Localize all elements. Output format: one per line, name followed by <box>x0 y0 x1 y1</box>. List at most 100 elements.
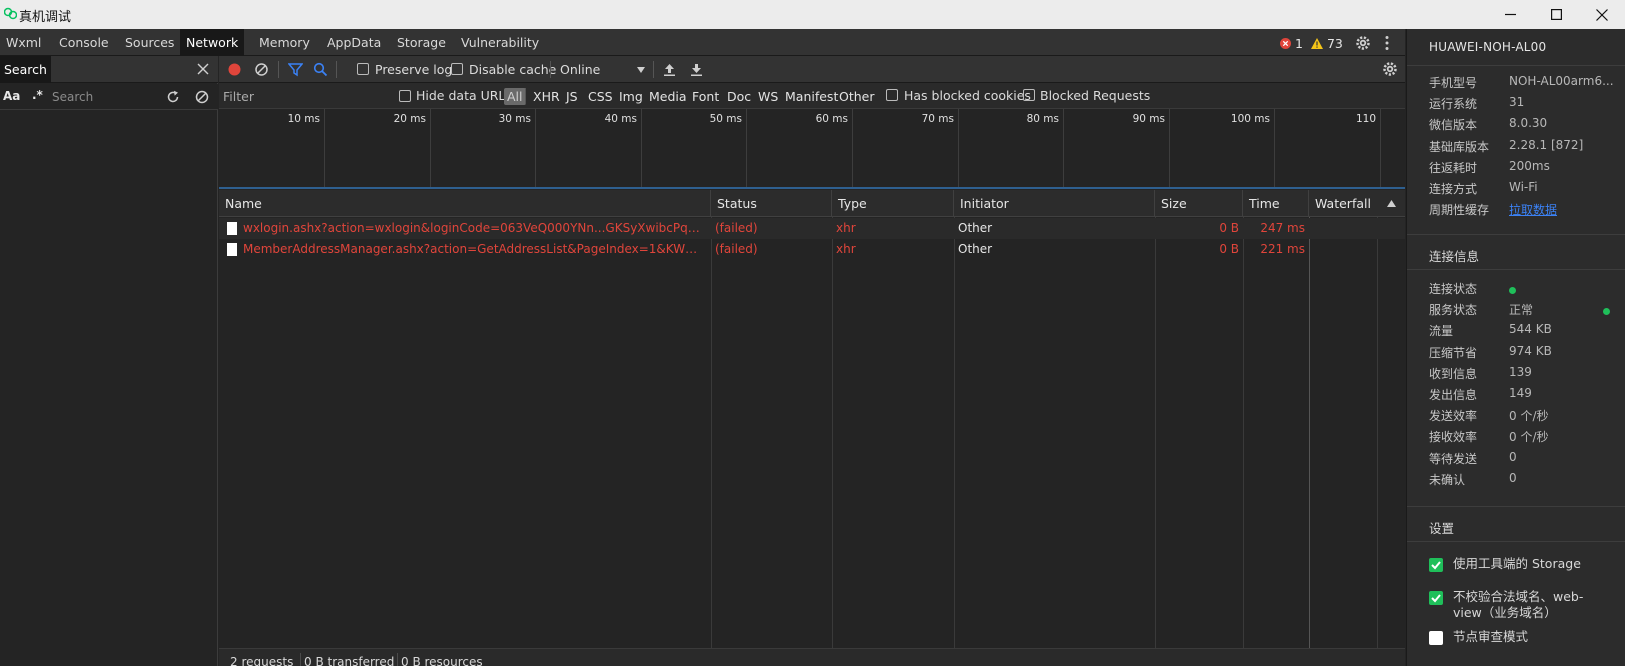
filter-type-other[interactable]: Other <box>836 88 878 105</box>
table-row[interactable]: MemberAddressManager.ashx?action=GetAddr… <box>219 239 1405 260</box>
filter-type-js[interactable]: JS <box>563 88 581 105</box>
setting-checkbox[interactable] <box>1429 558 1443 572</box>
close-window-button[interactable] <box>1579 0 1625 29</box>
device-info-value: 200ms <box>1509 158 1550 173</box>
app-logo-icon <box>4 7 17 20</box>
record-icon[interactable] <box>227 62 242 77</box>
search-icon[interactable] <box>313 62 328 77</box>
connection-info-value: 0 个/秒 <box>1509 430 1549 445</box>
transferred-size: 0 B transferred <box>304 655 395 666</box>
filter-type-ws[interactable]: WS <box>755 88 781 105</box>
tab-storage[interactable]: Storage <box>391 29 452 56</box>
minimize-icon <box>1504 13 1516 16</box>
connection-info-value: 544 KB <box>1509 322 1552 337</box>
filter-type-all[interactable]: All <box>504 88 526 105</box>
export-har-icon[interactable] <box>689 62 704 77</box>
match-case-toggle[interactable]: Aa <box>3 89 20 103</box>
column-header-initiator[interactable]: Initiator <box>954 190 1155 217</box>
network-settings-gear-icon[interactable] <box>1382 61 1398 77</box>
panel-divider <box>1407 541 1625 542</box>
timeline-tick-label: 80 ms <box>1026 113 1059 125</box>
settings-gear-icon[interactable] <box>1355 35 1371 51</box>
timeline-gridline <box>1169 109 1170 187</box>
timeline-gridline <box>1063 109 1064 187</box>
filter-input[interactable] <box>223 86 383 106</box>
column-header-status[interactable]: Status <box>711 190 832 217</box>
device-info-key: 往返耗时 <box>1429 160 1478 175</box>
tab-memory[interactable]: Memory <box>253 29 316 56</box>
filter-type-xhr[interactable]: XHR <box>530 88 563 105</box>
connection-info-value: 正常 <box>1509 303 1534 318</box>
column-header-size[interactable]: Size <box>1155 190 1243 217</box>
search-tab[interactable]: Search <box>0 56 51 83</box>
filter-type-img[interactable]: Img <box>616 88 646 105</box>
fetch-data-link[interactable]: 拉取数据 <box>1509 201 1557 218</box>
close-search-icon[interactable] <box>196 62 210 76</box>
filter-type-doc[interactable]: Doc <box>724 88 754 105</box>
tab-sources[interactable]: Sources <box>119 29 180 56</box>
device-info-key: 手机型号 <box>1429 76 1478 90</box>
window-title: 真机调试 <box>19 10 72 25</box>
request-initiator[interactable]: Other <box>958 218 1150 239</box>
setting-checkbox[interactable] <box>1429 591 1443 605</box>
timeline-gridline <box>746 109 747 187</box>
column-header-name[interactable]: Name <box>219 190 711 217</box>
request-initiator[interactable]: Other <box>958 239 1150 260</box>
search-panel: Search Aa .* <box>0 56 218 666</box>
connection-info-title: 连接信息 <box>1429 249 1480 264</box>
resources-size: 0 B resources <box>401 655 483 666</box>
column-header-type[interactable]: Type <box>832 190 954 217</box>
column-header-time[interactable]: Time <box>1243 190 1309 217</box>
filter-type-manifest[interactable]: Manifest <box>782 88 841 105</box>
timeline-tick-label: 40 ms <box>604 113 637 125</box>
filter-icon[interactable] <box>288 62 303 77</box>
column-divider <box>832 217 833 648</box>
timeline-gridline <box>1274 109 1275 187</box>
tab-vulnerability[interactable]: Vulnerability <box>455 29 545 56</box>
filter-type-media[interactable]: Media <box>646 88 690 105</box>
hide-data-urls-label: Hide data URLs <box>416 88 512 103</box>
minimize-button[interactable] <box>1487 0 1533 29</box>
more-options-icon[interactable] <box>1385 35 1389 51</box>
filter-type-css[interactable]: CSS <box>585 88 616 105</box>
regex-toggle[interactable]: .* <box>32 88 43 102</box>
clear-icon[interactable] <box>195 90 209 104</box>
hide-data-urls-checkbox[interactable] <box>399 90 411 102</box>
timeline-gridline <box>852 109 853 187</box>
waterfall-gridline <box>1377 217 1378 648</box>
import-har-icon[interactable] <box>662 62 677 77</box>
disable-cache-checkbox[interactable] <box>451 63 463 75</box>
search-input[interactable] <box>48 87 162 107</box>
connection-info-key: 未确认 <box>1429 472 1466 487</box>
panel-divider <box>1407 65 1625 66</box>
tab-appdata[interactable]: AppData <box>321 29 387 56</box>
filter-type-font[interactable]: Font <box>689 88 722 105</box>
timeline-overview[interactable]: 10 ms 20 ms 30 ms 40 ms 50 ms 60 ms 70 ms 80 ms… <box>219 109 1405 189</box>
document-icon <box>227 243 237 256</box>
connection-info-key: 收到信息 <box>1429 366 1478 381</box>
error-count: 1 <box>1295 36 1303 51</box>
throttling-select[interactable]: Online <box>557 56 653 83</box>
clear-log-icon[interactable] <box>254 62 269 77</box>
timeline-gridline <box>1380 109 1381 187</box>
setting-checkbox[interactable] <box>1429 631 1443 645</box>
refresh-icon[interactable] <box>166 90 180 104</box>
device-name: HUAWEI-NOH-AL00 <box>1429 40 1547 54</box>
preserve-log-checkbox[interactable] <box>357 63 369 75</box>
issues-counter[interactable]: 1 73 <box>1280 36 1343 51</box>
tab-network[interactable]: Network <box>180 29 245 56</box>
maximize-button[interactable] <box>1533 0 1579 29</box>
timeline-tick-label: 100 ms <box>1230 113 1270 125</box>
table-row[interactable]: wxlogin.ashx?action=wxlogin&loginCode=06… <box>219 218 1405 239</box>
search-tab-row: Search <box>0 56 218 83</box>
tab-wxml[interactable]: Wxml <box>0 29 47 56</box>
blocked-requests-checkbox[interactable] <box>1023 89 1035 101</box>
chevron-down-icon <box>637 67 645 73</box>
error-icon <box>1280 38 1291 49</box>
has-blocked-cookies-checkbox[interactable] <box>886 89 898 101</box>
request-size: 0 B <box>1219 242 1239 256</box>
sort-ascending-icon[interactable] <box>1387 200 1396 207</box>
request-size: 0 B <box>1219 221 1239 235</box>
tab-console[interactable]: Console <box>53 29 115 56</box>
devtools-tab-bar: Wxml Console Sources Network Memory AppD… <box>0 29 1405 56</box>
